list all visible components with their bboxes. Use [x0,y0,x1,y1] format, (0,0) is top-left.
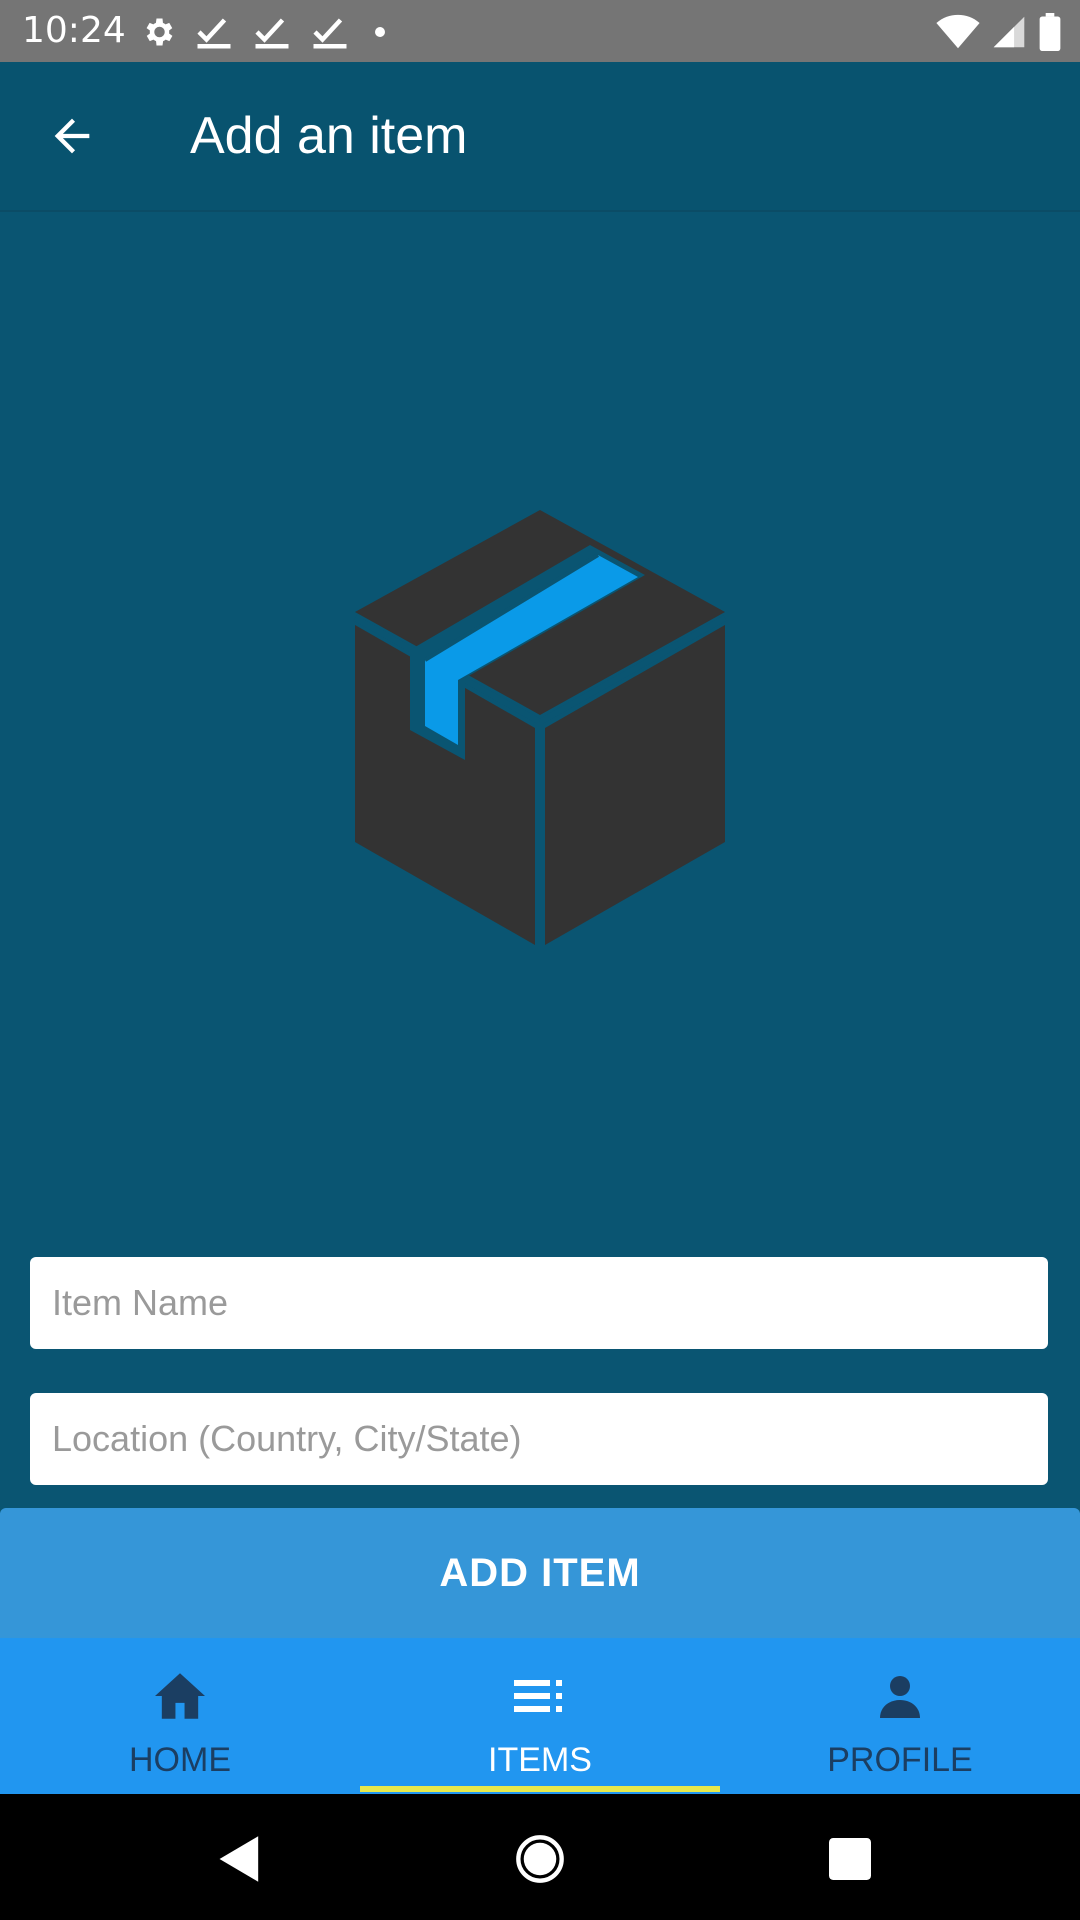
home-icon [155,1673,205,1719]
location-input[interactable] [30,1393,1048,1485]
system-navigation-bar [0,1794,1080,1920]
back-button[interactable] [36,100,108,172]
back-triangle-icon [219,1836,259,1882]
signal-icon [993,16,1025,48]
battery-icon [1039,13,1061,51]
system-home-button[interactable] [505,1824,575,1894]
wifi-icon [936,14,980,49]
dot-icon [375,27,385,37]
tab-home-label: HOME [129,1741,231,1779]
status-bar: 10:24 [0,0,1080,62]
system-back-button[interactable] [205,1824,275,1894]
tab-items-label: ITEMS [488,1741,592,1779]
home-circle-icon [516,1835,564,1883]
page-title: Add an item [190,107,468,165]
system-status-icons [936,12,1062,52]
app-bar: Add an item [0,62,1080,212]
package-box-icon [353,510,727,945]
notification-icons [140,12,392,52]
check-icon [255,18,289,49]
item-name-input[interactable] [30,1257,1048,1349]
person-icon [880,1676,920,1718]
tab-profile-label: PROFILE [827,1741,973,1779]
arrow-back-icon [54,118,90,154]
list-icon [514,1680,562,1712]
bottom-navigation: HOME ITEMS PROFILE [0,1638,1080,1794]
add-item-button[interactable]: ADD ITEM [0,1508,1080,1638]
settings-icon [146,18,173,46]
tab-items[interactable]: ITEMS [360,1638,720,1794]
check-icon [313,18,347,49]
tab-home[interactable]: HOME [0,1638,360,1794]
check-icon [197,18,231,49]
recents-square-icon [829,1838,871,1880]
tab-profile[interactable]: PROFILE [720,1638,1080,1794]
active-tab-indicator [360,1786,720,1792]
status-time: 10:24 [22,10,126,51]
system-recents-button[interactable] [815,1824,885,1894]
